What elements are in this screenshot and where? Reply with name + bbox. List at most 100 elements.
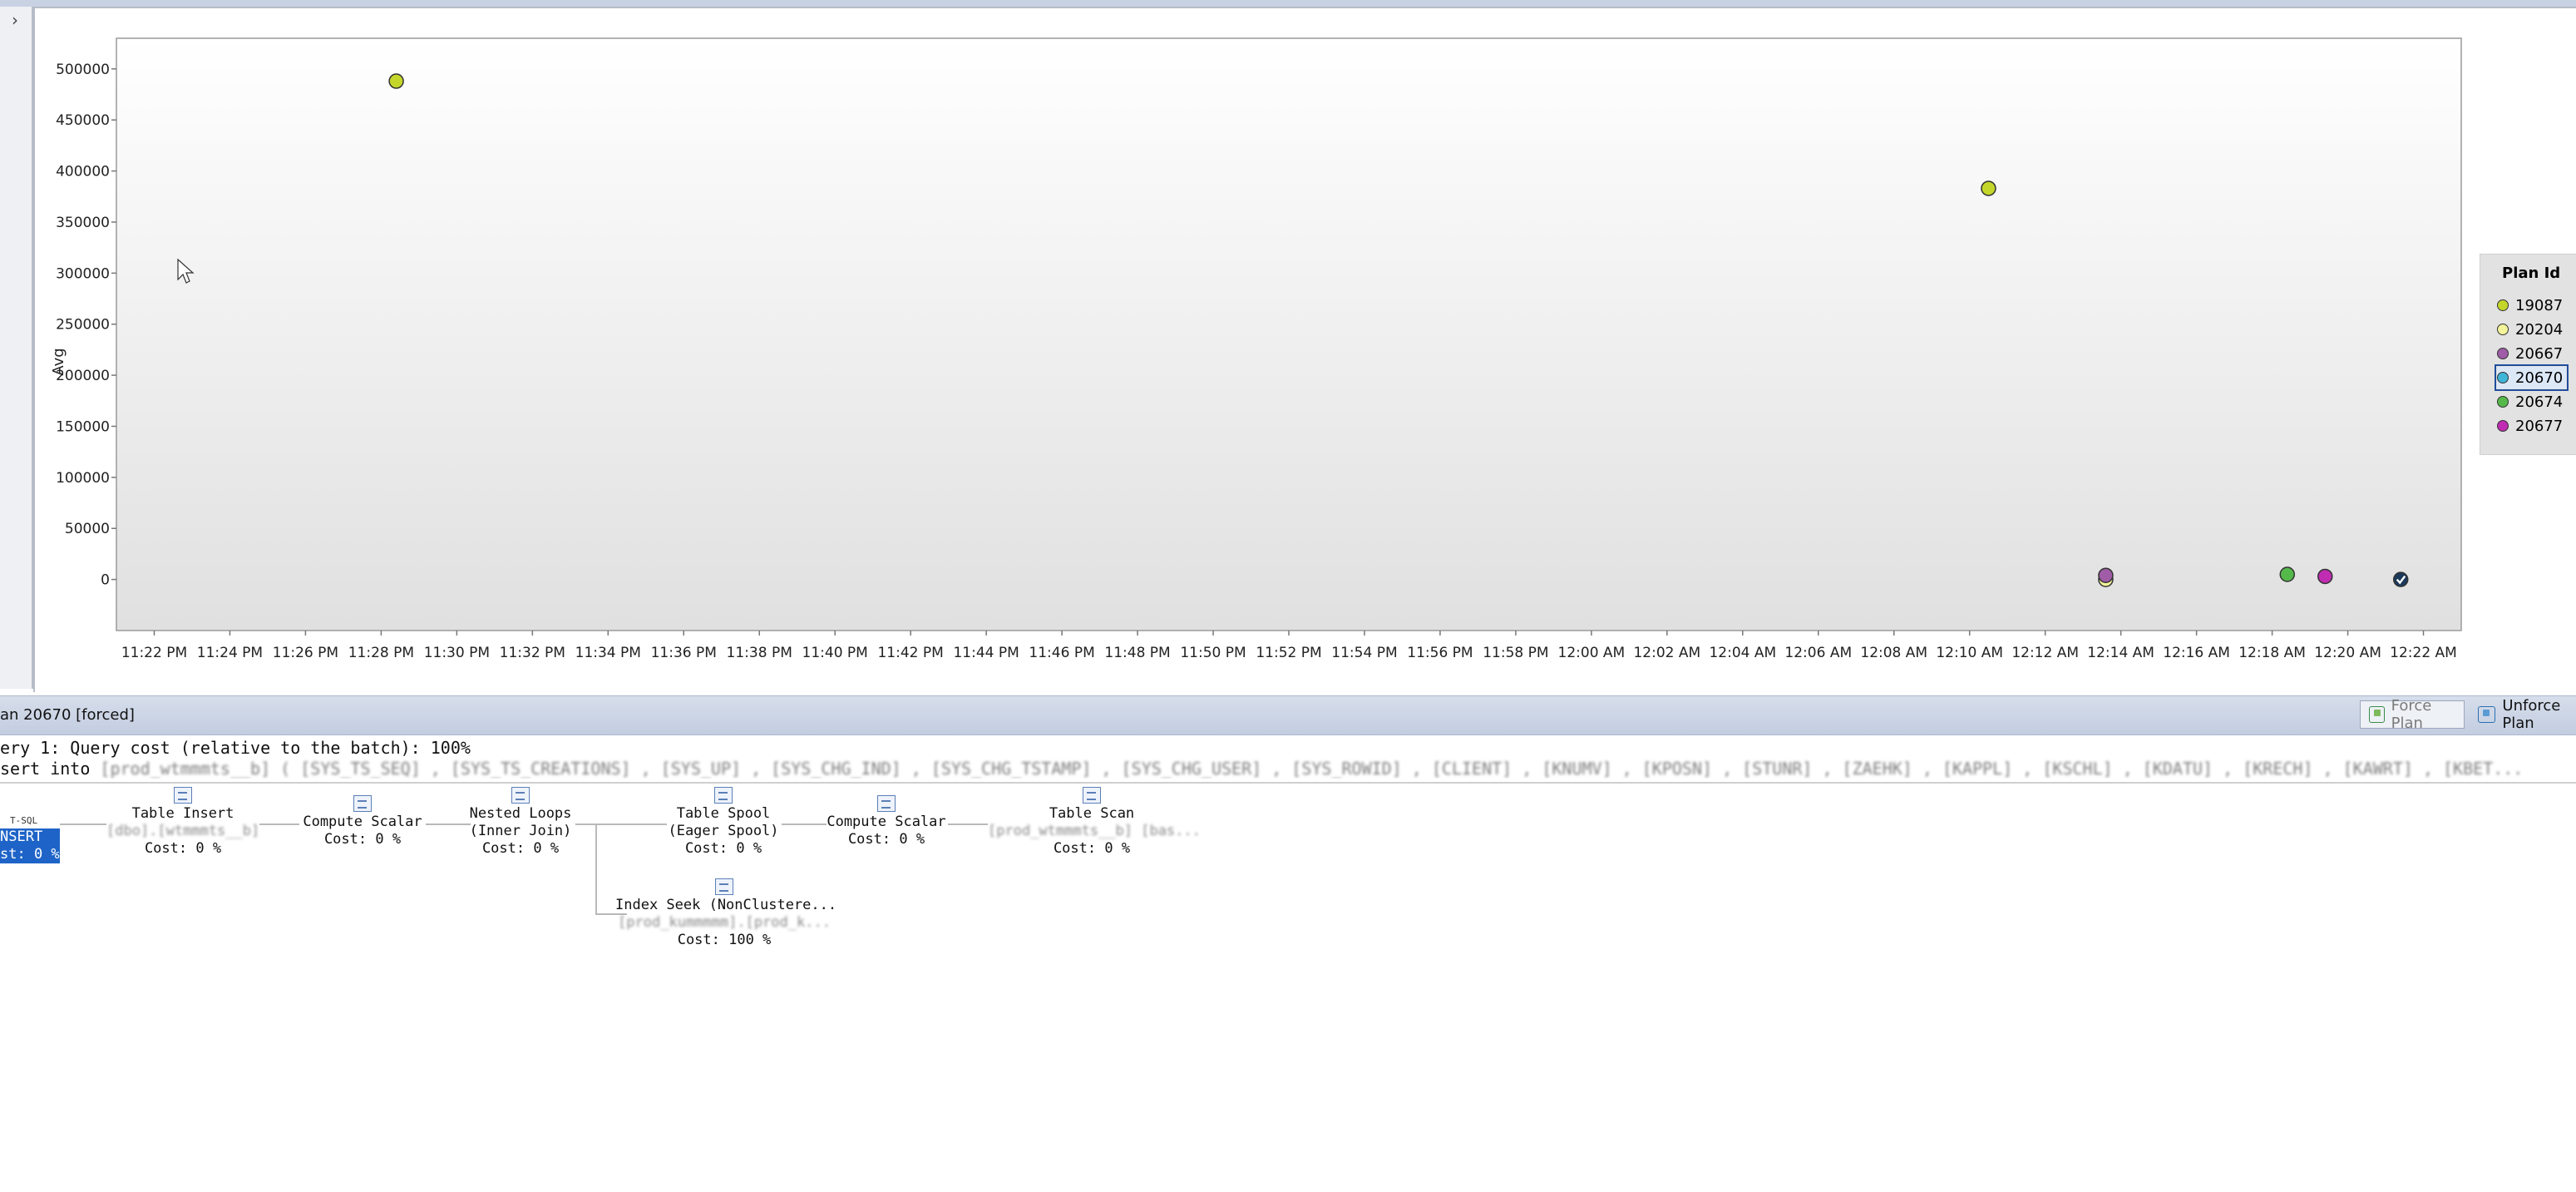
x-tick-label: 12:06 AM [1784,645,1852,661]
x-tick-label: 11:26 PM [273,645,338,661]
x-tick-label: 11:42 PM [877,645,943,661]
x-tick-label: 12:16 AM [2163,645,2230,661]
x-tick-label: 12:22 AM [2390,645,2457,661]
x-tick-label: 11:54 PM [1331,645,1397,661]
plan-op-compute-scalar-2[interactable]: Compute Scalar Cost: 0 % [823,795,950,848]
left-collapse-rail[interactable]: › [0,7,33,689]
x-tick-label: 12:18 AM [2238,645,2306,661]
x-tick-label: 12:04 AM [1709,645,1776,661]
insert-cost: st: 0 % [0,846,60,863]
plan-title: an 20670 [forced] [0,706,135,724]
query-prefix: sert into [0,759,91,779]
y-tick-label: 250000 [56,317,110,334]
table-scan-icon [1083,787,1101,804]
data-point-20677[interactable] [2317,568,2333,585]
y-tick-label: 50000 [65,521,110,537]
x-axis: 11:22 PM 11:24 PM 11:26 PM 11:28 PM 11:30 PM… [121,631,2457,661]
query-divider [0,782,2576,784]
plan-connector [575,824,667,825]
y-axis: 0 50000 100000 150000 200000 250000 300000 3500… [56,62,116,589]
y-tick-label: 400000 [56,164,110,181]
legend-item-19087[interactable]: 19087 [2497,294,2563,316]
top-strip [0,0,2576,7]
y-tick-label: 450000 [56,112,110,129]
compute-scalar-icon [877,795,896,812]
y-tick-label: 500000 [56,62,110,78]
x-tick-label: 12:00 AM [1558,645,1626,661]
x-tick-label: 11:50 PM [1180,645,1246,661]
force-plan-button[interactable]: Force Plan [2360,697,2465,732]
plan-op-table-insert[interactable]: Table Insert [dbo].[wtmmmts__b] Cost: 0 … [106,787,259,858]
x-tick-label: 12:20 AM [2314,645,2381,661]
plan-op-compute-scalar-1[interactable]: Compute Scalar Cost: 0 % [299,795,426,848]
y-tick-label: 200000 [56,368,110,384]
query-cost-line: ery 1: Query cost (relative to the batch… [0,738,471,758]
chart-panel: Avg 0 50000 100000 150000 200000 250000 300000… [33,7,2576,692]
index-seek-icon [715,878,733,895]
data-point-20674[interactable] [2279,566,2296,582]
data-point-20667[interactable] [2098,567,2114,583]
plan-op-table-scan[interactable]: Table Scan [prod_wtmmmts__b] [bas... Cos… [988,787,1201,858]
nested-loops-icon [511,787,530,804]
data-point-19087[interactable] [1981,181,1996,196]
query-blurred-columns: [prod_wtmmmts__b] ( [SYS_TS_SEQ] , [SYS_… [100,759,2524,779]
x-tick-label: 12:08 AM [1860,645,1927,661]
table-insert-icon [174,787,192,804]
legend-dot-icon [2497,324,2509,335]
legend-dot-icon [2497,348,2509,359]
x-tick-label: 11:36 PM [651,645,717,661]
plan-op-index-seek[interactable]: Index Seek (NonClustere... [prod_kummmmm… [615,878,836,949]
force-plan-icon [2369,706,2385,723]
legend-item-20674[interactable]: 20674 [2497,391,2563,413]
x-tick-label: 11:48 PM [1104,645,1170,661]
legend-dot-icon [2497,372,2509,383]
data-point-20670[interactable] [2392,571,2409,587]
unforce-plan-button[interactable]: Unforce Plan [2470,697,2576,732]
data-point-19087[interactable] [388,73,404,89]
x-tick-label: 11:28 PM [348,645,414,661]
x-tick-label: 11:58 PM [1483,645,1548,661]
legend-item-20670[interactable]: 20670 [2494,364,2569,391]
y-tick-label: 300000 [56,265,110,282]
plan-toolbar: an 20670 [forced] Force Plan Unforce Pla… [0,695,2576,735]
legend-item-20204[interactable]: 20204 [2497,319,2563,340]
legend: Plan Id 19087 20204 20667 20670 20674 20… [2480,254,2576,455]
x-tick-label: 11:32 PM [500,645,565,661]
plan-op-insert[interactable]: T-SQL NSERT st: 0 % [0,815,60,863]
x-tick-label: 12:14 AM [2087,645,2154,661]
x-tick-label: 11:52 PM [1256,645,1321,661]
x-tick-label: 11:56 PM [1407,645,1473,661]
plot-area [116,37,2462,631]
x-tick-label: 11:46 PM [1029,645,1094,661]
insert-label: NSERT [0,828,60,846]
legend-dot-icon [2497,299,2509,311]
legend-item-20667[interactable]: 20667 [2497,343,2563,364]
legend-item-20677[interactable]: 20677 [2497,415,2563,437]
plan-op-table-spool[interactable]: Table Spool (Eager Spool) Cost: 0 % [665,787,782,858]
x-tick-label: 11:22 PM [121,645,187,661]
tsql-icon: T-SQL [10,815,38,826]
legend-dot-icon [2497,396,2509,408]
y-tick-label: 0 [101,572,110,589]
x-tick-label: 11:30 PM [424,645,490,661]
plan-connector [782,824,827,825]
x-tick-label: 12:12 AM [2011,645,2079,661]
plan-connector [60,824,106,825]
x-tick-label: 12:02 AM [1633,645,1700,661]
table-spool-icon [714,787,733,804]
x-tick-label: 12:10 AM [1936,645,2003,661]
plan-connector [948,824,988,825]
plan-connector [259,824,299,825]
scatter-chart: Avg 050000100000150000200000250000300000… [50,37,2462,661]
unforce-plan-icon [2478,706,2496,723]
y-tick-label: 100000 [56,470,110,487]
compute-scalar-icon [353,795,372,812]
chevron-right-icon[interactable]: › [12,10,18,30]
legend-dot-icon [2497,420,2509,432]
y-tick-label: 150000 [56,418,110,435]
x-tick-label: 11:34 PM [575,645,641,661]
plan-op-nested-loops[interactable]: Nested Loops (Inner Join) Cost: 0 % [462,787,579,858]
plan-connector [595,824,597,915]
legend-title: Plan Id [2502,265,2561,282]
x-tick-label: 11:24 PM [197,645,263,661]
